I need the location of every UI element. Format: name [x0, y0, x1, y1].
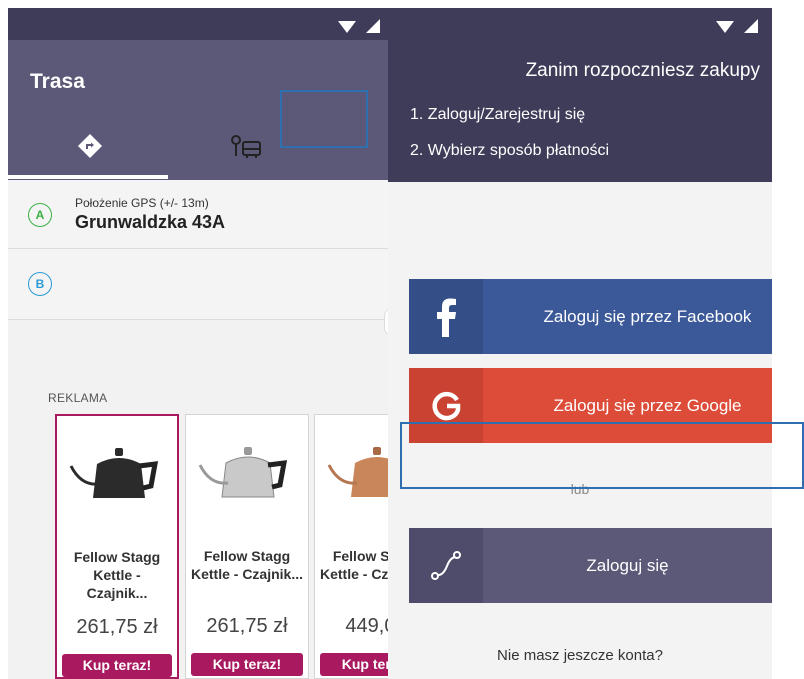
buy-now-button[interactable]: Kup teraz!	[62, 654, 172, 677]
product-name: Fellow Stagg Kettle - Czajnik...	[319, 548, 392, 582]
kettle-image	[198, 447, 288, 498]
wifi-icon	[716, 21, 734, 33]
login-heading: Zanim rozpoczniesz zakupy	[525, 60, 760, 81]
point-a-badge: A	[28, 203, 52, 227]
signal-icon	[366, 19, 380, 33]
step-1: 1. Zaloguj/Zarejestruj się	[410, 106, 586, 123]
login-label: Zaloguj się	[586, 555, 669, 575]
point-b-badge: B	[28, 272, 52, 296]
product-price: 261,75 zł	[206, 615, 288, 637]
page-title: Trasa	[30, 70, 85, 93]
kettle-body	[93, 458, 145, 498]
product-card[interactable]: Fellow Stagg Kettle - Czajnik... 449,00 …	[314, 414, 392, 679]
signal-icon	[744, 19, 758, 33]
buy-now-button[interactable]: Kup teraz!	[320, 653, 392, 676]
directions-icon[interactable]	[77, 133, 103, 159]
route-icon	[409, 528, 483, 603]
highlight-box	[400, 422, 804, 489]
gps-accuracy-label: Położenie GPS (+/- 13m)	[75, 196, 209, 210]
product-price: 261,75 zł	[76, 616, 158, 638]
highlight-box	[280, 90, 368, 148]
status-bar	[8, 8, 392, 40]
product-card[interactable]: Fellow Stagg Kettle - Czajnik... 261,75 …	[185, 414, 309, 679]
status-icons	[716, 19, 758, 33]
facebook-login-label: Zaloguj się przez Facebook	[543, 306, 752, 326]
login-screen: Zanim rozpoczniesz zakupy 1. Zaloguj/Zar…	[388, 8, 772, 679]
ad-label: REKLAMA	[48, 391, 108, 405]
route-screen: Trasa A Położenie GPS (+/- 13m) Grunwald…	[8, 8, 392, 679]
facebook-login-button[interactable]: Zaloguj się przez Facebook	[409, 279, 772, 354]
step-2: 2. Wybierz sposób płatności	[410, 142, 610, 159]
kettle-image	[69, 448, 159, 498]
buy-now-button[interactable]: Kup teraz!	[191, 653, 303, 676]
product-name: Fellow Stagg Kettle - Czajnik...	[190, 548, 304, 582]
kettle-body	[221, 456, 275, 498]
kettle-body	[351, 457, 392, 497]
point-b-row[interactable]	[8, 249, 392, 320]
tab-indicator	[8, 175, 168, 179]
product-card[interactable]: Fellow Stagg Kettle - Czajnik... 261,75 …	[55, 414, 179, 679]
status-icons	[338, 19, 380, 33]
start-address: Grunwaldzka 43A	[75, 212, 226, 232]
wifi-icon	[338, 21, 356, 33]
register-link[interactable]: Nie masz jeszcze konta?	[388, 647, 772, 664]
kettle-image	[327, 447, 392, 497]
transit-icon[interactable]	[230, 134, 264, 160]
product-name: Fellow Stagg Kettle - Czajnik...	[73, 549, 161, 601]
facebook-icon	[409, 279, 483, 354]
product-price: 449,00	[345, 615, 392, 637]
login-button[interactable]: Zaloguj się	[409, 528, 772, 603]
